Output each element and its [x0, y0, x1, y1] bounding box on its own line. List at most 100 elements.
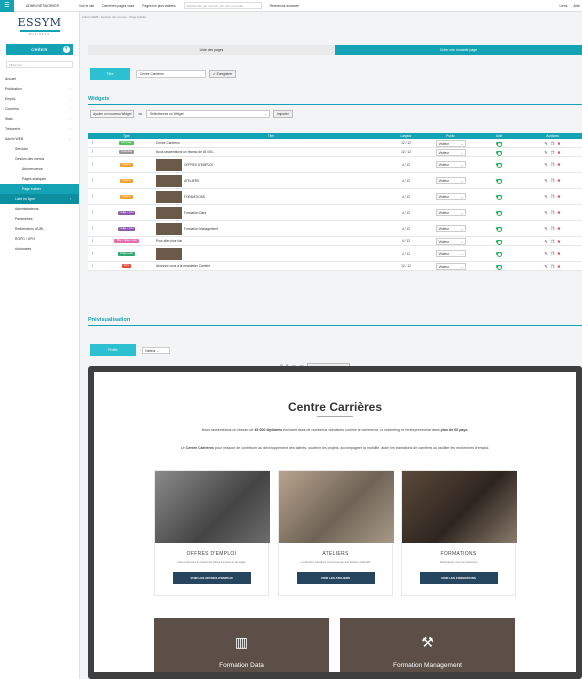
recent-pages-link[interactable]: Dernières pages vues — [102, 4, 134, 8]
public-select[interactable]: Visiteur ⌄ — [435, 139, 466, 147]
drag-handle-icon[interactable]: ⁝ — [88, 178, 97, 184]
delete-icon[interactable]: ✖ — [557, 251, 560, 256]
delete-icon[interactable]: ✖ — [557, 178, 560, 183]
active-toggle[interactable] — [496, 150, 502, 156]
delete-icon[interactable]: ✖ — [557, 210, 560, 215]
drag-handle-icon[interactable]: ⁝ — [88, 263, 97, 269]
most-visited-link[interactable]: Pages les plus visitées — [142, 4, 175, 8]
edit-icon[interactable]: ✎ — [544, 162, 547, 167]
edit-icon[interactable]: ✎ — [544, 150, 547, 155]
create-button[interactable]: CRÉER + — [6, 44, 73, 55]
active-toggle[interactable] — [496, 239, 502, 245]
copy-icon[interactable]: ❐ — [551, 251, 555, 256]
drag-handle-icon[interactable]: ⁝ — [88, 238, 97, 244]
edit-icon[interactable]: ✎ — [544, 226, 547, 231]
drag-handle-icon[interactable]: ⁝ — [88, 251, 97, 257]
title-input[interactable]: Centre Carrières — [136, 70, 206, 78]
sidebar-item-administrateurs[interactable]: Administrateurs — [0, 204, 79, 214]
search-input[interactable]: Rechercher par mot-clé, par nom ou email — [183, 2, 262, 9]
tab-page-list[interactable]: Liste des pages — [88, 45, 335, 55]
active-toggle[interactable] — [496, 141, 502, 147]
banner-formation-management[interactable]: ⚒ Formation Management — [340, 618, 515, 672]
copy-icon[interactable]: ❐ — [551, 194, 555, 199]
sidebar-item-tresorerie[interactable]: Trésorerie › — [0, 124, 79, 134]
sidebar-item-redirections[interactable]: Redirections d'URL — [0, 224, 79, 234]
sidebar-item-services[interactable]: Services — [0, 144, 79, 154]
add-widget-button[interactable]: Ajouter un nouveau Widget — [90, 110, 135, 118]
delete-icon[interactable]: ✖ — [557, 194, 560, 199]
drag-handle-icon[interactable]: ⁝ — [88, 226, 97, 232]
sidebar-item-rgpd[interactable]: RGPD / DPO — [0, 234, 79, 244]
public-select[interactable]: Visiteur ⌄ — [435, 225, 466, 232]
sidebar-item-menus[interactable]: Gestion des menus — [0, 154, 79, 164]
copy-icon[interactable]: ❐ — [551, 178, 555, 183]
public-select[interactable]: Visiteur ⌄ — [435, 148, 466, 156]
sidebar-item-arborescence[interactable]: Arborescence — [0, 164, 79, 174]
active-toggle[interactable] — [496, 179, 502, 184]
advanced-search-link[interactable]: Recherche avancée — [270, 4, 299, 8]
public-select[interactable]: Visiteur ⌄ — [435, 262, 466, 270]
sidebar-filter-input[interactable]: Filtrer par ... — [6, 61, 73, 68]
drag-handle-icon[interactable]: ⁝ — [88, 210, 97, 216]
drag-handle-icon[interactable]: ⁝ — [88, 149, 97, 155]
ateliers-button[interactable]: VOIR LES ATELIERS — [296, 572, 375, 584]
public-select[interactable]: Visiteur ⌄ — [435, 193, 466, 200]
save-button[interactable]: ✔ Enregistrer — [209, 70, 237, 78]
copy-icon[interactable]: ❐ — [551, 162, 555, 167]
public-select[interactable]: Visiteur ⌄ — [435, 209, 466, 216]
banner-formation-data[interactable]: ▥ Formation Data — [154, 618, 329, 672]
offres-button[interactable]: VOIR LES OFFRES D'EMPLOI — [172, 572, 251, 584]
edit-icon[interactable]: ✎ — [544, 251, 547, 256]
active-toggle[interactable] — [496, 195, 502, 200]
delete-icon[interactable]: ✖ — [557, 141, 560, 146]
copy-icon[interactable]: ❐ — [551, 150, 555, 155]
sidebar-item-emploi[interactable]: Emploi › — [0, 94, 79, 104]
import-button[interactable]: Importer — [273, 110, 293, 118]
sidebar-item-automates[interactable]: Automates — [0, 244, 79, 254]
active-toggle[interactable] — [496, 211, 502, 216]
active-toggle[interactable] — [496, 264, 502, 270]
user-menu[interactable]: ADMIN NETWORKER — [26, 4, 71, 8]
delete-icon[interactable]: ✖ — [557, 226, 560, 231]
edit-icon[interactable]: ✎ — [544, 194, 547, 199]
tab-new-page[interactable]: Créer une nouvelle page — [335, 45, 582, 55]
sidebar-item-publication[interactable]: Publication › — [0, 84, 79, 94]
active-toggle[interactable] — [496, 227, 502, 232]
profile-select[interactable]: Visiteur ⌄ — [142, 346, 170, 354]
sidebar-item-stats[interactable]: Stats › — [0, 114, 79, 124]
links-menu[interactable]: Liens — [560, 0, 568, 12]
edit-icon[interactable]: ✎ — [544, 210, 547, 215]
help-menu[interactable]: Aide — [573, 0, 580, 12]
menu-toggle-icon[interactable]: ☰ — [0, 0, 14, 12]
edit-icon[interactable]: ✎ — [544, 178, 547, 183]
active-toggle[interactable] — [496, 163, 502, 168]
copy-icon[interactable]: ❐ — [551, 226, 555, 231]
delete-icon[interactable]: ✖ — [557, 264, 560, 269]
public-select[interactable]: Visiteur ⌄ — [435, 161, 466, 168]
copy-icon[interactable]: ❐ — [551, 264, 555, 269]
sidebar-item-courriers[interactable]: Courriers › — [0, 104, 79, 114]
sidebar-item-liste-en-ligne[interactable]: Liste en ligne › — [0, 194, 79, 204]
active-toggle[interactable] — [496, 252, 502, 257]
copy-icon[interactable]: ❐ — [551, 239, 555, 244]
view-site-link[interactable]: Voir le site — [79, 4, 94, 8]
formations-button[interactable]: VOIR LES FORMATIONS — [419, 572, 498, 584]
delete-icon[interactable]: ✖ — [557, 162, 560, 167]
sidebar-item-page-builder[interactable]: Page builder — [0, 184, 79, 194]
copy-icon[interactable]: ❐ — [551, 141, 555, 146]
sidebar-item-pages-statiques[interactable]: Pages statiques — [0, 174, 79, 184]
sidebar-item-accueil[interactable]: Accueil — [0, 74, 79, 84]
widget-select[interactable]: Sélectionnez un Widget ⌄ — [146, 110, 270, 118]
drag-handle-icon[interactable]: ⁝ — [88, 162, 97, 168]
edit-icon[interactable]: ✎ — [544, 239, 547, 244]
public-select[interactable]: Visiteur ⌄ — [435, 237, 466, 245]
copy-icon[interactable]: ❐ — [551, 210, 555, 215]
edit-icon[interactable]: ✎ — [544, 264, 547, 269]
delete-icon[interactable]: ✖ — [557, 239, 560, 244]
edit-icon[interactable]: ✎ — [544, 141, 547, 146]
sidebar-item-parametres[interactable]: Paramètres — [0, 214, 79, 224]
drag-handle-icon[interactable]: ⁝ — [88, 194, 97, 200]
sidebar-item-admin-web[interactable]: Admin WEB ⌄ — [0, 134, 79, 144]
drag-handle-icon[interactable]: ⁝ — [88, 140, 97, 146]
delete-icon[interactable]: ✖ — [557, 150, 560, 155]
